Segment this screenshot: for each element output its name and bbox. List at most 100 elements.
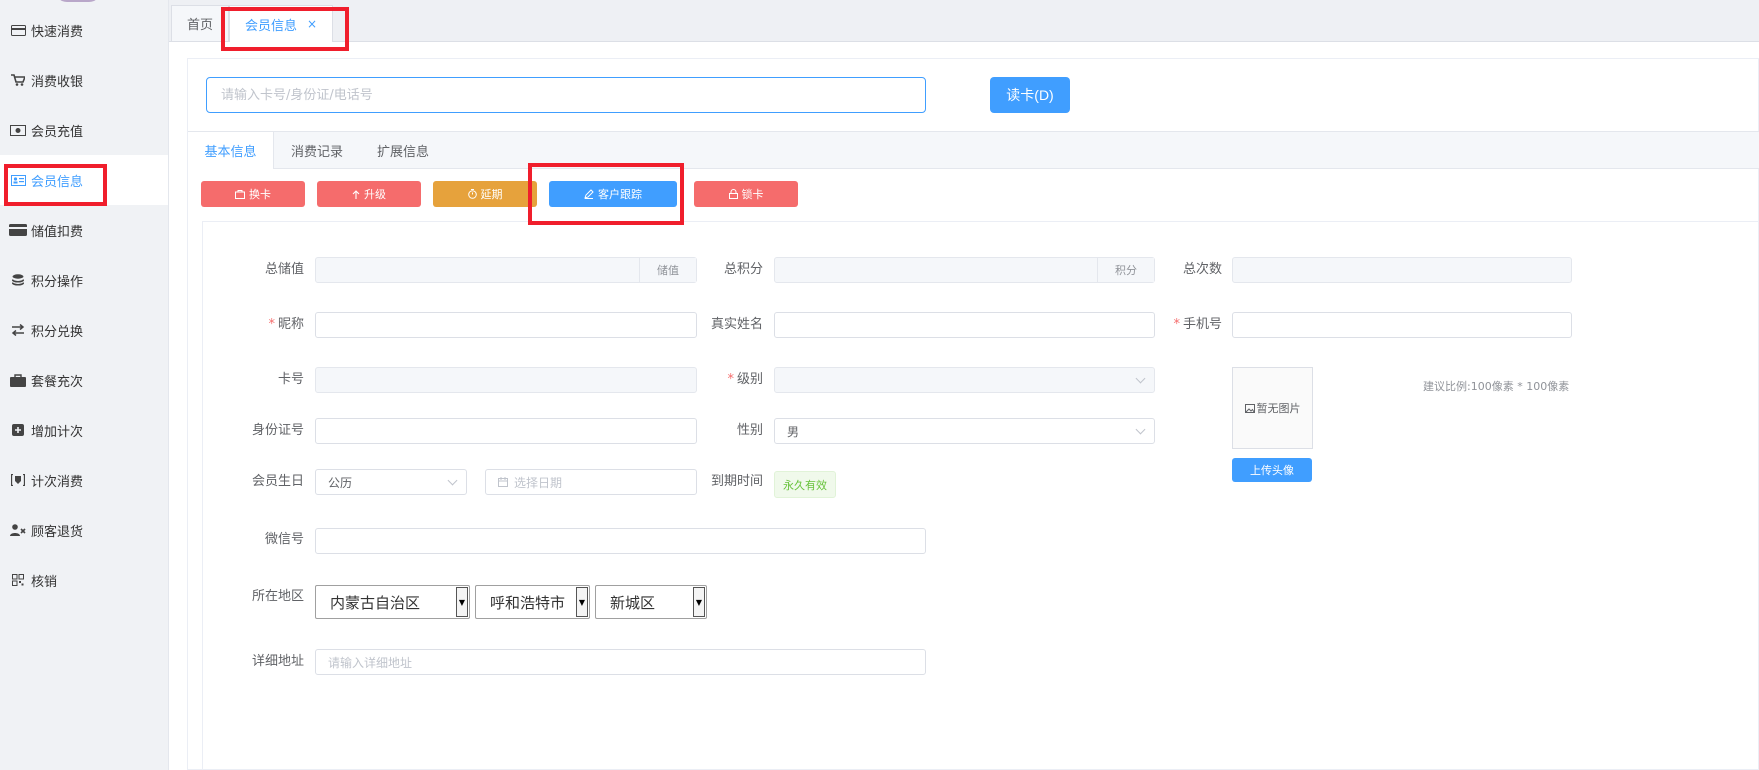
no-image-text: 暂无图片 xyxy=(1256,402,1301,415)
avatar-preview[interactable]: 暂无图片 xyxy=(1232,367,1313,449)
stopwatch-icon xyxy=(467,189,477,199)
sidebar-item-points-exchange[interactable]: 积分兑换 xyxy=(0,305,168,355)
chevron-down-icon xyxy=(1135,373,1146,384)
balance-unit: 储值 xyxy=(639,258,696,282)
sidebar-item-return[interactable]: 顾客退货 xyxy=(0,505,168,555)
district-value: 新城区 xyxy=(610,593,656,612)
coins-icon xyxy=(9,273,27,287)
real-name-label: 真实姓名 xyxy=(710,317,763,332)
extend-label: 延期 xyxy=(480,189,503,201)
expire-label: 到期时间 xyxy=(710,474,763,489)
address-placeholder: 请输入详细地址 xyxy=(328,655,413,670)
subtab-extended-info[interactable]: 扩展信息 xyxy=(370,132,436,168)
extend-button[interactable]: 延期 xyxy=(433,181,537,207)
lock-icon xyxy=(728,189,738,199)
sidebar-item-label: 计次消费 xyxy=(31,474,84,490)
address-label: 详细地址 xyxy=(251,654,304,669)
total-balance-field: 储值 xyxy=(315,257,697,283)
qrcode-icon xyxy=(9,574,27,586)
edit-icon xyxy=(584,189,594,199)
sidebar-item-member-info[interactable]: 会员信息 xyxy=(0,155,168,205)
gender-select[interactable]: 男 xyxy=(774,418,1155,444)
calendar-type-select[interactable]: 公历 xyxy=(315,469,467,495)
tab-member-info[interactable]: 会员信息 × xyxy=(229,5,333,42)
nickname-label-text: 昵称 xyxy=(277,317,304,332)
cart-icon xyxy=(9,74,27,86)
points-unit: 积分 xyxy=(1097,258,1154,282)
sidebar-item-count-consume[interactable]: 计次消费 xyxy=(0,455,168,505)
sidebar-item-label: 增加计次 xyxy=(31,424,84,440)
chevron-down-icon xyxy=(1135,424,1146,435)
level-label: * 级别 xyxy=(690,367,763,393)
credit-card-icon xyxy=(9,224,27,236)
phone-label-text: 手机号 xyxy=(1182,317,1222,332)
sidebar-item-verify[interactable]: 核销 xyxy=(0,555,168,605)
sidebar-item-label: 会员信息 xyxy=(31,174,84,190)
id-card-icon xyxy=(9,174,27,186)
nickname-input[interactable] xyxy=(315,312,697,338)
province-value: 内蒙古自治区 xyxy=(330,593,421,612)
calendar-type-value: 公历 xyxy=(328,475,353,490)
expire-tag: 永久有效 xyxy=(774,471,836,498)
wechat-input[interactable] xyxy=(315,528,926,554)
upload-avatar-button[interactable]: 上传头像 xyxy=(1232,458,1312,482)
gender-label: 性别 xyxy=(736,423,763,438)
sidebar-item-cashier[interactable]: 消费收银 xyxy=(0,55,168,105)
address-input[interactable]: 请输入详细地址 xyxy=(315,649,926,675)
dropdown-arrow-icon: ▼ xyxy=(456,587,468,617)
city-select[interactable]: 呼和浩特市 ▼ xyxy=(475,585,590,619)
id-no-label: 身份证号 xyxy=(251,423,304,438)
level-select xyxy=(774,367,1155,393)
close-icon[interactable]: × xyxy=(307,17,317,31)
sidebar-item-recharge[interactable]: 会员充值 xyxy=(0,105,168,155)
tab-home[interactable]: 首页 xyxy=(171,5,229,41)
member-form xyxy=(202,221,1759,770)
date-placeholder: 选择日期 xyxy=(514,475,563,490)
required-mark: * xyxy=(1173,317,1180,332)
lock-card-button[interactable]: 锁卡 xyxy=(694,181,798,207)
lock-card-label: 锁卡 xyxy=(741,189,764,201)
search-input[interactable] xyxy=(206,77,926,113)
id-no-input[interactable] xyxy=(315,418,697,444)
card-no-label: 卡号 xyxy=(277,372,304,387)
subtab-basic-info[interactable]: 基本信息 xyxy=(188,132,274,169)
read-card-button[interactable]: 读卡(D) xyxy=(990,77,1070,113)
total-balance-label: 总储值 xyxy=(264,262,304,277)
follow-up-label: 客户跟踪 xyxy=(598,189,642,201)
tab-label: 会员信息 xyxy=(244,18,297,34)
change-card-button[interactable]: 换卡 xyxy=(201,181,305,207)
sidebar-item-points[interactable]: 积分操作 xyxy=(0,255,168,305)
level-label-text: 级别 xyxy=(736,372,763,387)
sidebar-item-label: 消费收银 xyxy=(31,74,84,90)
sidebar-item-add-count[interactable]: 增加计次 xyxy=(0,405,168,455)
briefcase-icon xyxy=(235,189,245,199)
sidebar-item-label: 会员充值 xyxy=(31,124,84,140)
total-times-label: 总次数 xyxy=(1182,262,1222,277)
real-name-input[interactable] xyxy=(774,312,1155,338)
sidebar-item-label: 套餐充次 xyxy=(31,374,84,390)
sidebar-item-package-recharge[interactable]: 套餐充次 xyxy=(0,355,168,405)
customer-follow-up-button[interactable]: 客户跟踪 xyxy=(549,181,677,207)
city-value: 呼和浩特市 xyxy=(490,593,566,612)
required-mark: * xyxy=(268,317,275,332)
province-select[interactable]: 内蒙古自治区 ▼ xyxy=(315,585,470,619)
avatar-size-hint: 建议比例:100像素 * 100像素 xyxy=(1423,380,1570,393)
sidebar-item-label: 积分兑换 xyxy=(31,324,84,340)
birthday-date-picker[interactable]: 选择日期 xyxy=(485,469,697,495)
phone-input[interactable] xyxy=(1232,312,1572,338)
upgrade-button[interactable]: 升级 xyxy=(317,181,421,207)
sidebar-item-quick-consume[interactable]: 快速消费 xyxy=(0,5,168,55)
tab-bar xyxy=(169,0,1759,42)
region-label: 所在地区 xyxy=(251,589,304,604)
total-times-field xyxy=(1232,257,1572,283)
calendar-icon xyxy=(498,477,508,487)
sidebar-item-stored-value-deduct[interactable]: 储值扣费 xyxy=(0,205,168,255)
arrow-up-icon xyxy=(352,189,360,199)
wechat-label: 微信号 xyxy=(264,532,304,547)
subtab-consume-records[interactable]: 消费记录 xyxy=(284,132,350,168)
gender-value: 男 xyxy=(787,424,800,439)
money-icon xyxy=(9,124,27,136)
sidebar-item-label: 核销 xyxy=(31,574,58,590)
district-select[interactable]: 新城区 ▼ xyxy=(595,585,707,619)
sidebar: 快速消费 消费收银 会员充值 会员信息 储值扣费 积分操作 积分兑换 套餐充次 … xyxy=(0,0,169,770)
